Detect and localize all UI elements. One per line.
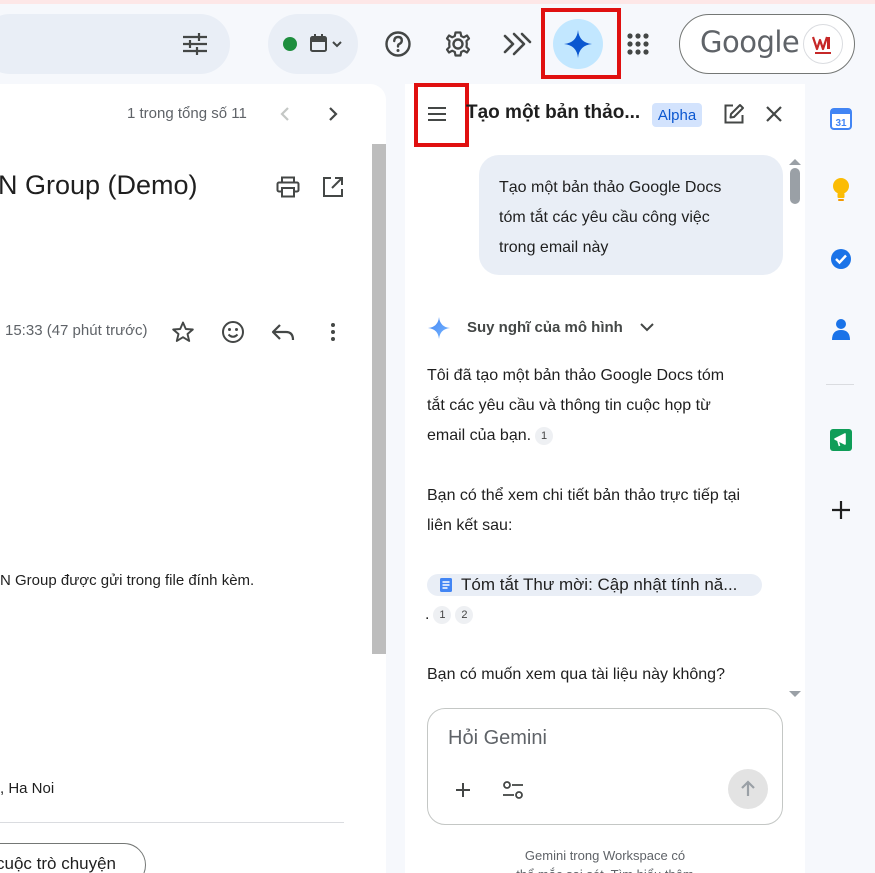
response-line: Tôi đã tạo một bản thảo Google Docs tóm — [427, 367, 725, 384]
response-line: liên kết sau: — [427, 517, 513, 534]
email-signature-text: , Ha Noi — [0, 780, 55, 797]
response-line: Bạn có thể xem chi tiết bản thảo trực ti… — [427, 487, 741, 504]
contacts-app-icon[interactable] — [827, 315, 855, 343]
more-options-icon[interactable] — [313, 312, 353, 352]
email-subject: N Group (Demo) — [0, 170, 198, 200]
close-icon[interactable] — [754, 94, 794, 134]
calendar-day-text: 31 — [835, 118, 847, 129]
citation-row: .12 — [425, 600, 474, 630]
chevron-down-icon[interactable] — [638, 320, 656, 339]
prev-page-icon[interactable] — [265, 94, 305, 134]
email-timestamp: 15:33 (47 phút trước) — [5, 322, 148, 339]
gemini-chat-title: Tạo một bản thảo... — [466, 102, 641, 123]
keep-app-icon[interactable] — [827, 175, 855, 203]
gemini-disclaimer: Gemini trong Workspace có thể mắc sai só… — [427, 846, 783, 873]
mail-scrollbar[interactable] — [372, 144, 386, 654]
help-icon[interactable] — [378, 24, 418, 64]
next-page-icon[interactable] — [313, 94, 353, 134]
tools-icon[interactable] — [493, 770, 533, 810]
mail-divider — [0, 822, 344, 823]
gemini-response-spark-icon — [427, 316, 451, 345]
scroll-down-arrow-icon[interactable] — [788, 685, 802, 703]
search-options-icon[interactable] — [180, 30, 210, 58]
workflows-icon[interactable] — [497, 24, 537, 64]
gemini-scrollbar-thumb[interactable] — [790, 168, 800, 204]
calendar-app-icon[interactable]: 31 — [827, 105, 855, 133]
active-status-dot — [283, 37, 297, 51]
email-body-text: N Group được gửi trong file đính kèm. — [0, 572, 255, 589]
docs-icon — [440, 578, 452, 592]
citation-badge[interactable]: 2 — [455, 605, 474, 624]
company-logo-icon — [811, 36, 831, 54]
response-line: tắt các yêu cầu và thông tin cuộc họp từ — [427, 397, 711, 414]
star-icon[interactable] — [163, 312, 203, 352]
trailing-dot: . — [425, 606, 430, 623]
tasks-app-icon[interactable] — [827, 245, 855, 273]
user-prompt-bubble: Tạo một bản thảo Google Docs tóm tắt các… — [479, 155, 783, 275]
new-chat-edit-icon[interactable] — [714, 94, 754, 134]
calendar-status-icon[interactable] — [306, 30, 346, 58]
pagination-text: 1 trong tổng số 11 — [127, 105, 247, 122]
doc-link-title: Tóm tắt Thư mời: Cập nhật tính nă... — [461, 575, 738, 594]
open-new-window-icon[interactable] — [313, 167, 353, 207]
open-conversation-label: cuộc trò chuyện — [0, 854, 117, 873]
send-button[interactable] — [728, 769, 768, 809]
addon-app-icon[interactable] — [827, 426, 855, 454]
prompt-line: trong email này — [499, 239, 609, 256]
top-border — [0, 0, 875, 4]
avatar[interactable] — [803, 24, 843, 64]
apps-grid-icon[interactable] — [618, 24, 658, 64]
get-addons-plus-icon[interactable] — [827, 496, 855, 524]
response-line-last: email của bạn. 1 — [427, 421, 724, 451]
prompt-line: tóm tắt các yêu cầu công việc — [499, 209, 710, 226]
emoji-reaction-icon[interactable] — [213, 312, 253, 352]
response-paragraph-1: Tôi đã tạo một bản thảo Google Docs tóm … — [427, 361, 724, 451]
arrow-up-icon — [741, 780, 755, 796]
prompt-line: Tạo một bản thảo Google Docs — [499, 179, 722, 196]
alpha-badge: Alpha — [652, 103, 702, 127]
print-icon[interactable] — [268, 167, 308, 207]
gemini-prompt-input[interactable] — [427, 708, 783, 825]
menu-highlight-box — [414, 83, 469, 147]
settings-gear-icon[interactable] — [438, 24, 478, 64]
disclaimer-line[interactable]: thể mắc sai sót. Tìm hiểu thêm — [427, 865, 783, 873]
gemini-highlight-box — [541, 8, 621, 79]
follow-up-question: Bạn có muốn xem qua tài liệu này không? — [427, 666, 725, 683]
citation-badge[interactable]: 1 — [433, 605, 452, 624]
add-plus-icon[interactable] — [443, 770, 483, 810]
disclaimer-line: Gemini trong Workspace có — [524, 848, 686, 863]
model-thinking-toggle[interactable]: Suy nghĩ của mô hình — [467, 319, 623, 336]
google-logo: Google — [700, 25, 800, 59]
rail-divider — [826, 384, 854, 385]
prompt-placeholder[interactable]: Hỏi Gemini — [448, 727, 547, 750]
response-paragraph-2: Bạn có thể xem chi tiết bản thảo trực ti… — [427, 481, 740, 541]
response-line: email của bạn. — [427, 427, 532, 444]
google-doc-link-chip[interactable]: Tóm tắt Thư mời: Cập nhật tính nă... — [427, 574, 762, 596]
citation-badge[interactable]: 1 — [535, 426, 554, 445]
reply-icon[interactable] — [263, 312, 303, 352]
